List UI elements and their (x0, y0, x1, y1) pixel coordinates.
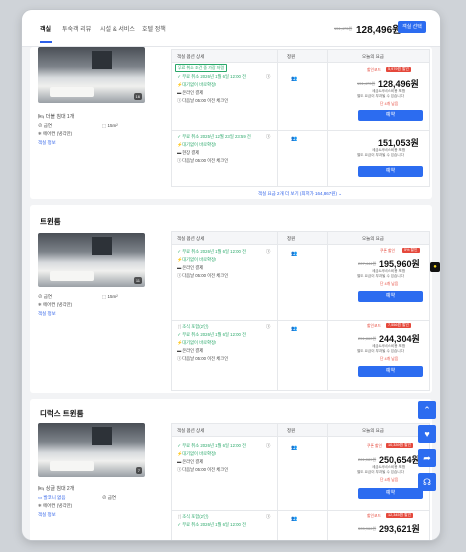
info-icon[interactable]: ⓘ (266, 514, 270, 520)
rate-table: 객실 옵션 상세 정원 오늘의 요금 ✓ 무료 취소 2026년 1월 6일 1… (171, 423, 430, 540)
rate-price: 293,621원 (379, 524, 420, 534)
discount-badge: 12,345원 할인 (386, 513, 414, 518)
discount-badge: 10,339원 할인 (386, 443, 414, 448)
rate-table: 객실 옵션 상세 정원 오늘의 요금 무료 취소 조건 중 가장 저렴 ✓ 무료… (171, 49, 430, 187)
book-button[interactable]: 예약 (358, 166, 423, 177)
up-icon: ⌃ (423, 405, 431, 415)
capacity-icon: 👥 (291, 251, 298, 257)
info-icon[interactable]: ⓘ (266, 74, 270, 80)
book-button[interactable]: 예약 (358, 291, 423, 302)
discount-badge: 5,979원 할인 (386, 67, 412, 72)
tab-bar: 객실 투숙객 리뷰 시설 & 서비스 호텔 정책 151,473원 128,49… (22, 10, 440, 47)
rate-table: 객실 옵션 상세 정원 오늘의 요금 ✓ 무료 취소 2026년 1월 6일 1… (171, 231, 430, 391)
room-section-deluxe: 디럭스 트윈룸 7 🛏 싱글 침대 2개 ▭ 발코니 없음 ⊘ 금연 ❄ 에어컨… (30, 399, 432, 540)
more-rates-link[interactable]: 객실 요금 2개 더 보기 (최저가 164,867원) ⌄ (258, 191, 342, 197)
bed-info: 🛏 더블 침대 1개 (38, 114, 75, 120)
room-section-twin: 트윈룸 11 ⊘ 금연 ⬚ 15m² ❄ 에어컨 (냉각만) 객실 정보 객실 … (30, 205, 432, 393)
scroll-top-button[interactable]: ⌃ (418, 401, 436, 419)
discount-badge: 7,556원 할인 (386, 323, 412, 328)
capacity-icon: 👥 (291, 136, 298, 142)
room-photo[interactable]: 16 (38, 47, 145, 103)
cheapest-chip: 무료 취소 조건 중 가장 저렴 (175, 64, 228, 72)
photo-count-badge: 16 (133, 93, 142, 100)
photo-count-badge: 7 (135, 467, 142, 474)
amenity-aircon: ❄ 에어컨 (냉각만) (38, 131, 73, 136)
capacity-icon: 👥 (291, 326, 298, 332)
room-info-link[interactable]: 객실 정보 (38, 512, 56, 518)
room-photo[interactable]: 11 (38, 233, 145, 287)
room-title: 디럭스 트윈룸 (40, 409, 84, 418)
tab-rooms[interactable]: 객실 (40, 24, 51, 33)
favorite-button[interactable]: ♥ (418, 425, 436, 443)
info-icon[interactable]: ⓘ (266, 324, 270, 330)
room-info-link[interactable]: 객실 정보 (38, 140, 56, 146)
header-old-price: 151,473원 (334, 26, 353, 31)
chat-widget-icon[interactable]: ● (430, 262, 440, 272)
photo-count-badge: 11 (133, 277, 142, 284)
select-room-button[interactable]: 객실 선택 (398, 21, 426, 33)
share-button[interactable]: ➦ (418, 449, 436, 467)
header-price: 128,496원 (356, 25, 402, 36)
room-photo[interactable]: 7 (38, 423, 145, 477)
bed-icon: 🛏 (38, 114, 45, 120)
book-button[interactable]: 예약 (358, 110, 423, 121)
book-button[interactable]: 예약 (358, 488, 423, 499)
rate-table-header: 객실 옵션 상세 정원 오늘의 요금 (172, 50, 429, 63)
amenity-size: ⬚ 15m² (102, 123, 118, 128)
bed-info: 🛏 싱글 침대 2개 (38, 486, 75, 492)
headset-icon: ☊ (423, 477, 431, 487)
info-icon[interactable]: ⓘ (266, 443, 270, 449)
browser-frame: 객실 투숙객 리뷰 시설 & 서비스 호텔 정책 151,473원 128,49… (22, 10, 440, 540)
tab-facilities[interactable]: 시설 & 서비스 (100, 24, 135, 33)
info-icon[interactable]: ⓘ (266, 249, 270, 255)
active-tab-indicator (40, 41, 52, 43)
support-button[interactable]: ☊ (418, 473, 436, 491)
amenity-nosmoking: ⊘ 금연 (38, 123, 53, 128)
room-info-link[interactable]: 객실 정보 (38, 311, 56, 317)
info-icon[interactable]: ⓘ (266, 134, 270, 140)
tab-policy[interactable]: 호텔 정책 (142, 24, 166, 33)
tab-reviews[interactable]: 투숙객 리뷰 (62, 24, 91, 33)
capacity-icon: 👥 (291, 445, 298, 451)
capacity-icon: 👥 (291, 516, 298, 522)
capacity-icon: 👥 (291, 76, 298, 82)
bed-icon: 🛏 (38, 486, 45, 492)
book-button[interactable]: 예약 (358, 366, 423, 377)
heart-icon: ♥ (424, 429, 430, 439)
room-section-double: 16 🛏 더블 침대 1개 ⊘ 금연 ⬚ 15m² ❄ 에어컨 (냉각만) 객실… (30, 47, 432, 199)
room-title: 트윈룸 (40, 217, 61, 226)
discount-badge: 5% 할인 (402, 248, 420, 253)
share-icon: ➦ (423, 453, 431, 463)
